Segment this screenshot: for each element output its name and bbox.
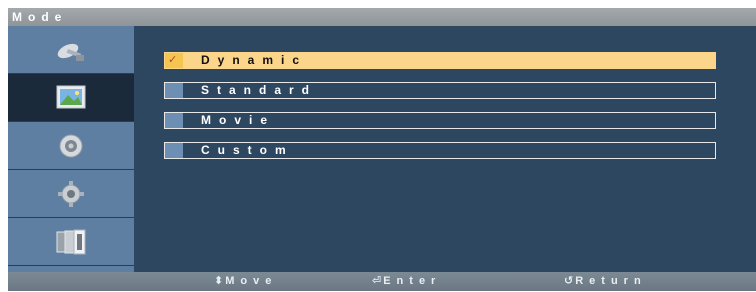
option-dynamic[interactable]: ✓ Dynamic bbox=[164, 52, 716, 69]
option-label: Movie bbox=[201, 113, 276, 127]
picture-icon bbox=[56, 85, 86, 108]
hint-return-label: Return bbox=[575, 275, 647, 287]
option-custom[interactable]: Custom bbox=[164, 142, 716, 159]
sidebar-item-setup[interactable] bbox=[8, 170, 134, 218]
return-icon: ↺ bbox=[564, 275, 574, 287]
key-hint-bar: ⬍ Move ⏎ Enter ↺ Return bbox=[8, 272, 756, 291]
selection-marker bbox=[165, 83, 183, 98]
enter-icon: ⏎ bbox=[372, 275, 382, 287]
option-label: Dynamic bbox=[201, 53, 308, 67]
category-sidebar bbox=[8, 26, 134, 272]
hint-enter: ⏎ Enter bbox=[372, 272, 441, 291]
hint-move: ⬍ Move bbox=[214, 272, 277, 291]
option-label: Custom bbox=[201, 143, 294, 157]
selection-marker bbox=[165, 143, 183, 158]
satellite-dish-icon bbox=[57, 43, 84, 61]
up-down-arrow-icon: ⬍ bbox=[214, 275, 224, 287]
option-standard[interactable]: Standard bbox=[164, 82, 716, 99]
hint-return: ↺ Return bbox=[564, 272, 647, 291]
sidebar-item-sound[interactable] bbox=[8, 122, 134, 170]
checkmark-icon: ✓ bbox=[168, 54, 178, 66]
mode-options-panel: ✓ Dynamic Standard Movie Custom bbox=[134, 26, 756, 272]
speaker-icon bbox=[59, 134, 83, 157]
osd-window: Mode ✓ Dynamic Standard Movie Custom ⬍ M… bbox=[8, 8, 756, 291]
gear-icon bbox=[58, 180, 84, 207]
hint-move-label: Move bbox=[225, 275, 278, 287]
sidebar-item-picture[interactable] bbox=[8, 74, 134, 122]
selection-marker bbox=[165, 113, 183, 128]
option-label: Standard bbox=[201, 83, 318, 97]
sidebar-item-input[interactable] bbox=[8, 218, 134, 266]
hint-enter-label: Enter bbox=[383, 275, 442, 287]
sidebar-item-channel[interactable] bbox=[8, 26, 134, 74]
input-source-icon bbox=[56, 229, 86, 254]
menu-title: Mode bbox=[8, 8, 756, 26]
option-movie[interactable]: Movie bbox=[164, 112, 716, 129]
